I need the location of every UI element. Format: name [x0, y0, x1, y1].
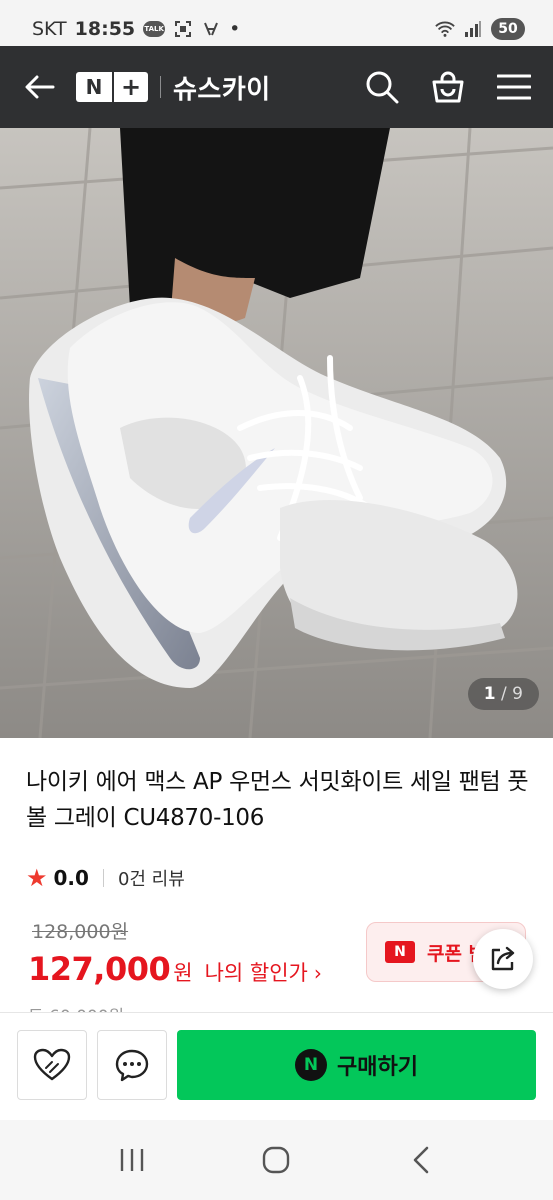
bottom-action-bar: N 구매하기 — [0, 1012, 553, 1113]
logo-n: N — [76, 72, 112, 102]
logo-plus: + — [112, 72, 148, 102]
search-icon — [366, 71, 399, 104]
star-icon: ★ — [26, 864, 48, 892]
menu-button[interactable] — [495, 68, 533, 106]
carrier-label: SKT — [32, 18, 67, 40]
image-total: 9 — [512, 684, 523, 704]
search-button[interactable] — [363, 68, 401, 106]
system-navigation-bar — [0, 1120, 553, 1200]
image-separator: / — [501, 684, 507, 704]
chevron-right-icon: › — [313, 961, 322, 985]
home-button[interactable] — [256, 1140, 296, 1180]
buy-button[interactable]: N 구매하기 — [177, 1030, 536, 1100]
naver-pay-icon: N — [295, 1049, 328, 1081]
clock: 18:55 — [74, 18, 136, 40]
back-icon — [413, 1146, 429, 1174]
share-icon — [491, 946, 515, 971]
rating-row[interactable]: ★ 0.0 0건 리뷰 — [26, 864, 185, 892]
notification-dot: • — [229, 18, 241, 40]
wishlist-button[interactable] — [17, 1030, 87, 1100]
sale-price: 127,000 — [28, 950, 171, 988]
back-button[interactable] — [22, 69, 58, 105]
my-discount-link[interactable]: 나의 할인가 — [205, 957, 308, 987]
product-photo — [0, 128, 553, 738]
system-back-button[interactable] — [401, 1140, 441, 1180]
recent-apps-button[interactable] — [112, 1140, 152, 1180]
store-name[interactable]: 슈스카이 — [173, 69, 271, 106]
original-price: 128,000원 — [32, 921, 129, 943]
app-header: N + 슈스카이 — [0, 46, 553, 128]
buy-label: 구매하기 — [337, 1055, 418, 1080]
screenshot-icon — [173, 19, 193, 39]
image-counter: 1 / 9 — [467, 678, 539, 710]
signal-icon — [463, 19, 483, 39]
battery-indicator: 50 — [491, 18, 525, 40]
product-image-gallery[interactable]: 1 / 9 — [0, 128, 553, 738]
image-current: 1 — [483, 684, 496, 704]
back-arrow-icon — [25, 75, 55, 99]
naver-plus-logo[interactable]: N + — [76, 71, 148, 103]
kakaotalk-icon: TALK — [143, 21, 166, 37]
chat-icon — [115, 1049, 149, 1082]
rating-divider — [102, 869, 104, 887]
review-count[interactable]: 0건 리뷰 — [118, 865, 185, 891]
header-divider — [160, 76, 161, 98]
wifi-icon — [435, 19, 455, 39]
price-row[interactable]: 127,000 원 나의 할인가 › — [28, 950, 322, 988]
data-saver-icon — [201, 19, 221, 39]
wish-heart-icon — [33, 1048, 71, 1081]
talktalk-button[interactable] — [97, 1030, 167, 1100]
share-button[interactable] — [473, 929, 533, 989]
recent-apps-icon — [120, 1149, 144, 1171]
shopping-bag-icon — [432, 71, 464, 103]
product-title: 나이키 에어 맥스 AP 우먼스 서밋화이트 세일 팬텀 풋볼 그레이 CU48… — [26, 769, 529, 831]
naver-n-icon: N — [385, 941, 415, 963]
cart-button[interactable] — [429, 68, 467, 106]
price-currency: 원 — [173, 961, 193, 985]
home-icon — [263, 1146, 290, 1174]
menu-icon — [497, 74, 531, 100]
rating-score: 0.0 — [53, 866, 89, 890]
